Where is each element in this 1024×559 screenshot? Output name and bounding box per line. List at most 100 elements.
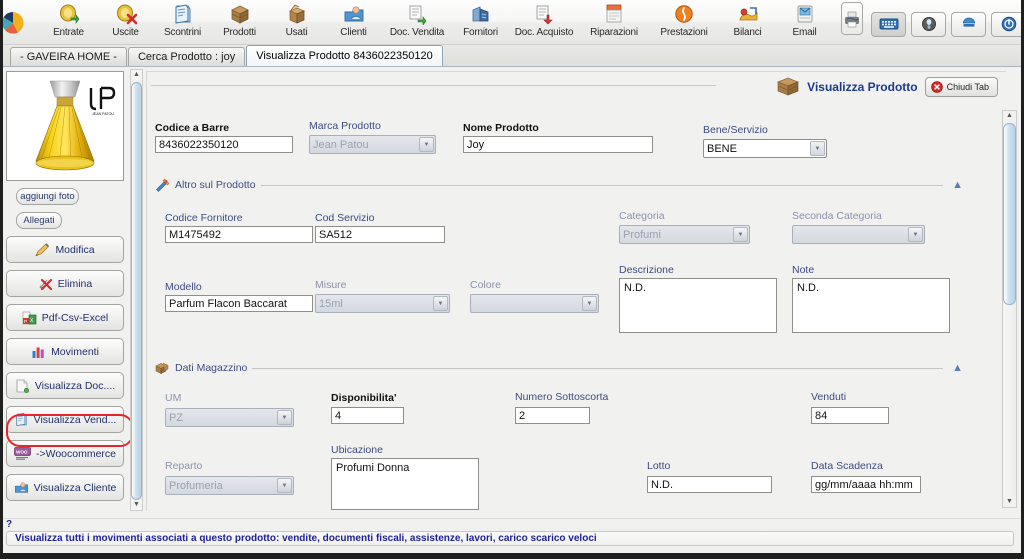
sidebar-scroll-thumb[interactable] (131, 82, 142, 500)
view-customer-button[interactable]: Visualizza Cliente (6, 474, 124, 501)
chevron-up-icon[interactable]: ▲ (952, 362, 963, 374)
seconda-categoria-select[interactable]: ▼ (792, 225, 925, 244)
descrizione-textarea[interactable]: N.D. (619, 278, 777, 333)
um-select[interactable]: PZ ▼ (165, 408, 294, 427)
tab-1[interactable]: Cerca Prodotto : joy (127, 47, 246, 66)
minimize-icon (962, 17, 975, 27)
label-codice-a-barre: Codice a Barre (155, 122, 230, 134)
box-stack-icon (230, 5, 249, 24)
cod-servizio-input[interactable]: SA512 (315, 226, 445, 243)
chevron-down-icon[interactable]: ▼ (733, 227, 748, 242)
balance-icon (739, 7, 757, 21)
product-photo[interactable]: JEAN PATOU (6, 71, 124, 181)
disponibilita-input[interactable]: 4 (331, 407, 404, 424)
label-misure: Misure (315, 279, 347, 291)
view-sales-button[interactable]: Visualizza Vend... (6, 406, 124, 433)
keyboard-button[interactable] (871, 11, 906, 37)
marca-prodotto-select[interactable]: Jean Patou ▼ (309, 135, 436, 154)
panel-scroll-thumb[interactable] (1003, 123, 1016, 305)
panel-scrollbar[interactable]: ▲ ▼ (1002, 110, 1017, 508)
chevron-down-icon[interactable]: ▼ (277, 410, 292, 425)
minimize-button[interactable] (951, 11, 986, 37)
chevron-down-icon[interactable]: ▼ (908, 227, 923, 242)
movements-button[interactable]: Movimenti (6, 338, 124, 365)
view-documents-button[interactable]: Visualizza Doc.... (6, 372, 124, 399)
printer-button[interactable] (841, 2, 863, 35)
toolbar-item-label: Doc. Acquisto (514, 27, 574, 38)
toolbar-item-email[interactable]: Email (776, 0, 833, 44)
tab-0[interactable]: - GAVEIRA HOME - (10, 47, 127, 66)
toolbar-item-scontrini[interactable]: Scontrini (154, 0, 211, 44)
colore-select[interactable]: ▼ (470, 294, 599, 313)
toolbar-item-doc-acquisto[interactable]: Doc. Acquisto (509, 0, 579, 44)
toolbar-item-riparazioni[interactable]: Riparazioni (579, 0, 649, 44)
note-textarea[interactable]: N.D. (792, 278, 950, 333)
document-icon (15, 379, 30, 393)
section-altro-title: Altro sul Prodotto (175, 179, 256, 191)
panel-scroll-up-icon[interactable]: ▲ (1006, 111, 1013, 121)
sidebar-action-buttons: Modifica Elimina P X Pdf-Csv-Excel Movimenti V… (6, 236, 126, 501)
misure-select[interactable]: 15ml ▼ (315, 294, 450, 313)
sidebar-small-buttons: aggiungi foto Allegati (6, 188, 126, 229)
toolbar-item-entrate[interactable]: Entrate (40, 0, 97, 44)
toolbar-item-prodotti[interactable]: Prodotti (211, 0, 268, 44)
keyboard-icon (879, 18, 898, 30)
toolbar-item-bilanci[interactable]: Bilanci (719, 0, 776, 44)
toolbar-item-prestazioni[interactable]: Prestazioni (649, 0, 719, 44)
woocommerce-button-label: ->Woocommerce (35, 447, 117, 460)
chevron-up-icon[interactable]: ▲ (952, 179, 963, 191)
sidebar-scroll-track[interactable] (131, 80, 142, 500)
panel-scroll-down-icon[interactable]: ▼ (1006, 497, 1013, 507)
close-tab-button[interactable]: Chiudi Tab (924, 76, 998, 97)
edit-button[interactable]: Modifica (6, 236, 124, 263)
chevron-down-icon[interactable]: ▼ (582, 296, 597, 311)
panel-scroll-track[interactable] (1003, 121, 1016, 497)
bar-chart-icon (31, 345, 46, 359)
modello-input[interactable]: Parfum Flacon Baccarat (165, 295, 313, 312)
codice-fornitore-input[interactable]: M1475492 (165, 226, 313, 243)
toolbar-item-uscite[interactable]: Uscite (97, 0, 154, 44)
toolbar-item-fornitori[interactable]: Fornitori (452, 0, 509, 44)
customer-icon (344, 6, 363, 22)
data-scadenza-input[interactable]: gg/mm/aaaa hh:mm (811, 476, 921, 493)
chevron-down-icon[interactable]: ▼ (810, 141, 825, 156)
export-button[interactable]: P X Pdf-Csv-Excel (6, 304, 124, 331)
delete-x-icon (38, 277, 53, 291)
codice-a-barre-input[interactable]: 8436022350120 (155, 136, 293, 153)
tab-2[interactable]: Visualizza Prodotto 8436022350120 (246, 45, 443, 66)
power-button[interactable] (991, 11, 1024, 37)
bene-servizio-value: BENE (707, 142, 737, 155)
woocommerce-button[interactable]: WOO ->Woocommerce (6, 440, 124, 467)
info-button[interactable] (911, 11, 946, 37)
main-toolbar: Entrate Uscite Scontrini Prodotti Usati Clien… (0, 0, 1024, 45)
toolbar-item-label: Email (792, 27, 817, 38)
scroll-up-icon[interactable]: ▲ (133, 70, 140, 80)
toolbar-item-doc-vendita[interactable]: Doc. Vendita (382, 0, 452, 44)
section-altro-sul-prodotto[interactable]: Altro sul Prodotto ▲ (155, 177, 963, 193)
categoria-select[interactable]: Profumi ▼ (619, 225, 750, 244)
scroll-down-icon[interactable]: ▼ (133, 500, 140, 510)
label-modello: Modello (165, 281, 202, 293)
toolbar-item-label: Usati (285, 27, 308, 38)
section-dati-magazzino[interactable]: Dati Magazzino ▲ (155, 360, 963, 376)
delete-button[interactable]: Elimina (6, 270, 124, 297)
nome-prodotto-input[interactable]: Joy (463, 136, 653, 153)
numero-sottoscorta-input[interactable]: 2 (515, 407, 590, 424)
add-photo-button[interactable]: aggiungi foto (16, 188, 79, 205)
attachments-button[interactable]: Allegati (16, 212, 62, 229)
toolbar-item-usati[interactable]: Usati (268, 0, 325, 44)
toolbar-item-clienti[interactable]: Clienti (325, 0, 382, 44)
chevron-down-icon[interactable]: ▼ (433, 296, 448, 311)
chevron-down-icon[interactable]: ▼ (419, 137, 434, 152)
lotto-input[interactable]: N.D. (647, 476, 772, 493)
customer-icon (14, 482, 28, 493)
sidebar-scrollbar[interactable]: ▲ ▼ (130, 69, 143, 511)
chevron-down-icon[interactable]: ▼ (277, 478, 292, 493)
help-marker: ? (6, 519, 13, 530)
ubicazione-textarea[interactable]: Profumi Donna (331, 458, 479, 510)
label-venduti: Venduti (811, 391, 847, 403)
reparto-select[interactable]: Profumeria ▼ (165, 476, 294, 495)
bene-servizio-select[interactable]: BENE ▼ (703, 139, 827, 158)
venduti-input[interactable]: 84 (811, 407, 889, 424)
printer-icon (845, 11, 859, 27)
